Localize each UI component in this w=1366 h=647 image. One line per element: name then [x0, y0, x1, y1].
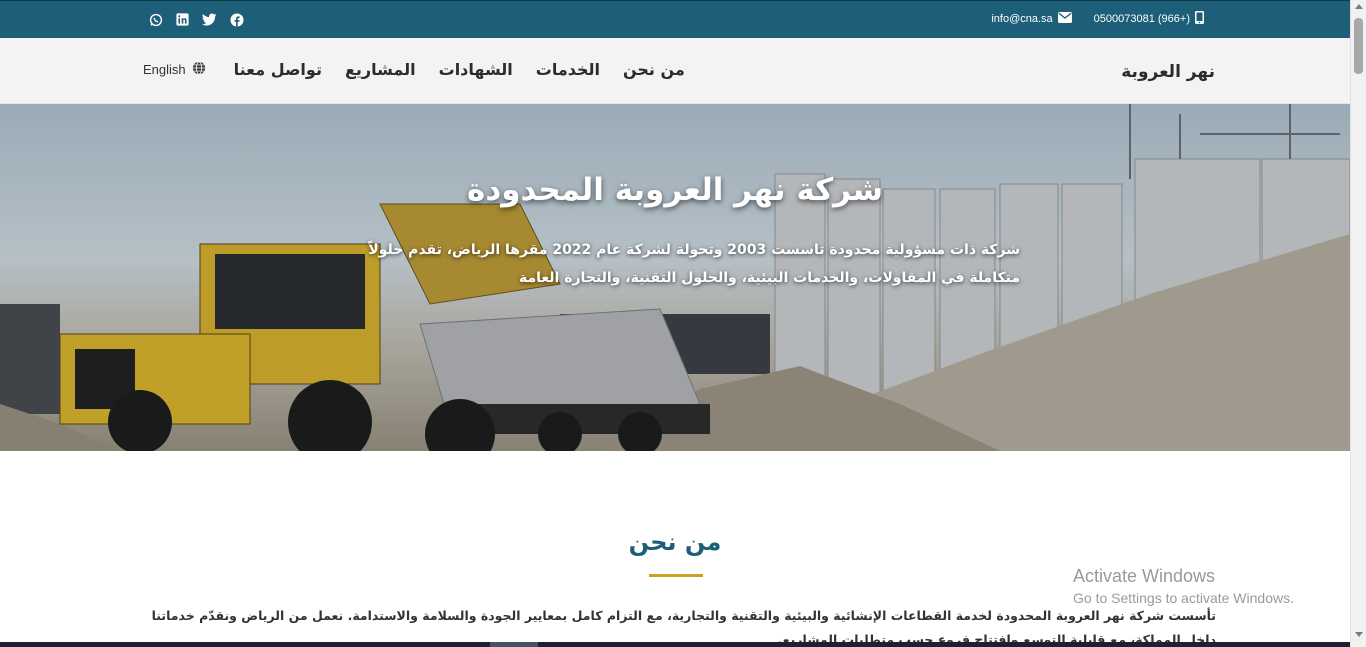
hero-banner: شركة نهر العروبة المحدودة شركة ذات مسؤول…	[0, 104, 1350, 451]
globe-icon	[192, 61, 206, 78]
facebook-icon[interactable]	[229, 12, 244, 27]
nav-link-projects[interactable]: المشاريع	[345, 60, 416, 79]
mobile-phone-icon	[1195, 11, 1204, 27]
watermark-title: Activate Windows	[1073, 566, 1216, 586]
nav-link-contact[interactable]: تواصل معنا	[234, 60, 322, 79]
email-contact[interactable]: info@cna.sa	[991, 11, 1072, 27]
vertical-scrollbar[interactable]	[1350, 0, 1366, 647]
language-label[interactable]: English	[143, 62, 186, 77]
about-section-text: تأسست شركة نهر العروبة المحدودة لخدمة ال…	[151, 608, 1216, 647]
email-text[interactable]: info@cna.sa	[991, 13, 1052, 25]
page: info@cna.sa 0500073081 (966+) English تو…	[0, 0, 1350, 647]
watermark-subtitle: Go to Settings to activate Windows.	[1073, 590, 1294, 606]
twitter-icon[interactable]	[202, 12, 217, 27]
envelope-icon	[1057, 12, 1072, 26]
contact-info: info@cna.sa 0500073081 (966+)	[991, 11, 1204, 27]
social-links	[148, 12, 244, 27]
top-bar: info@cna.sa 0500073081 (966+)	[0, 0, 1350, 38]
about-section-title: من نحن	[628, 528, 722, 556]
nav-link-about[interactable]: من نحن	[623, 60, 685, 79]
nav-link-certificates[interactable]: الشهادات	[439, 60, 513, 79]
scroll-up-arrow-icon[interactable]	[1355, 4, 1363, 9]
taskbar-active-segment	[490, 642, 538, 647]
whatsapp-icon[interactable]	[148, 12, 163, 27]
windows-activation-watermark: Activate Windows Go to Settings to activ…	[1073, 566, 1294, 606]
nav-link-services[interactable]: الخدمات	[536, 60, 600, 79]
linkedin-icon[interactable]	[175, 12, 190, 27]
nav-menu: English تواصل معنا المشاريع الشهادات الخ…	[143, 60, 708, 79]
scroll-down-arrow-icon[interactable]	[1355, 632, 1363, 637]
language-switcher[interactable]: English	[143, 61, 206, 78]
hero-subtitle: شركة ذات مسؤولية محدودة تاسست 2003 وتحول…	[368, 242, 1020, 286]
hero-title: شركة نهر العروبة المحدودة	[467, 172, 883, 208]
phone-contact[interactable]: 0500073081 (966+)	[1094, 11, 1204, 27]
taskbar-strip	[0, 642, 1350, 647]
brand-logo[interactable]: نهر العروبة	[1121, 62, 1215, 82]
phone-text[interactable]: 0500073081 (966+)	[1094, 13, 1190, 25]
about-title-underline	[649, 574, 703, 577]
scrollbar-thumb[interactable]	[1354, 18, 1363, 74]
main-navbar: English تواصل معنا المشاريع الشهادات الخ…	[0, 38, 1350, 104]
